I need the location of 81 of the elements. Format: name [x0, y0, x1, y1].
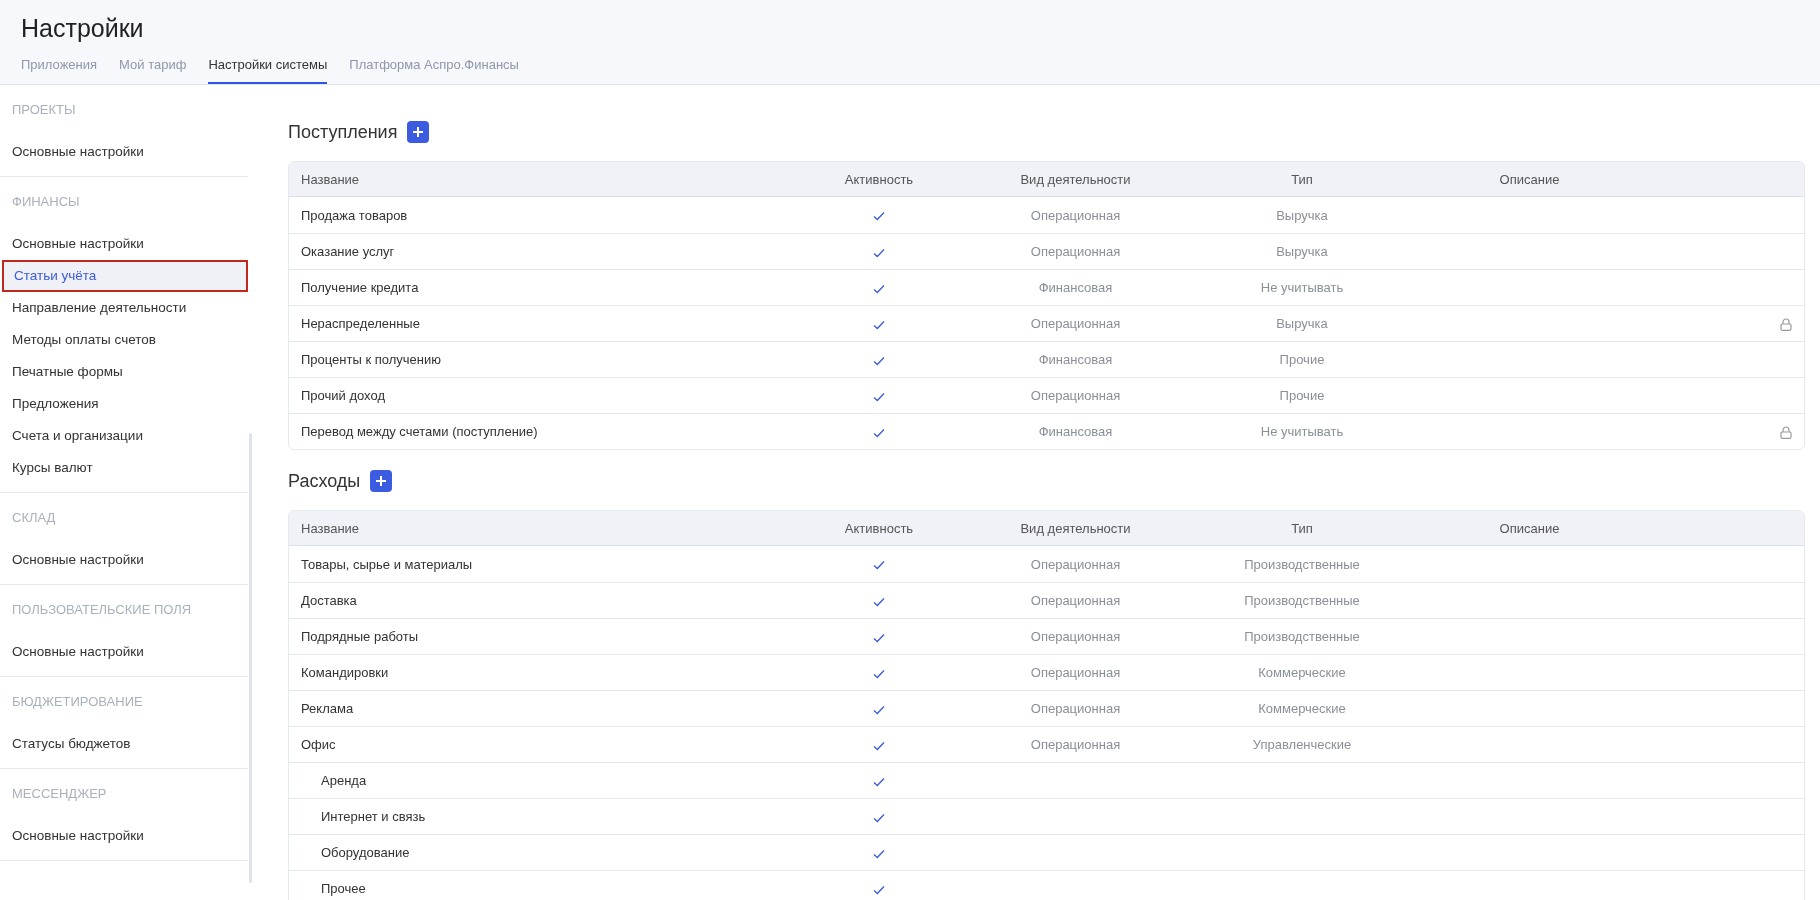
table-cell-text: Подрядные работы	[300, 629, 420, 644]
table-cell-text: Доставка	[300, 593, 358, 608]
table-cell: Финансовая	[1038, 280, 1113, 295]
table-cell: Выручка	[1276, 207, 1328, 223]
table-cell-text: Продажа товаров	[300, 207, 409, 223]
table-cell: Операционная	[1030, 737, 1121, 752]
sidebar-item[interactable]: Статьи учёта	[2, 260, 248, 292]
table-cell-text: Офис	[300, 737, 337, 752]
table-cell: Операционная	[1030, 593, 1121, 608]
table-cell: Прочие	[1279, 388, 1325, 403]
plus-icon	[412, 126, 425, 138]
page-title: Настройки	[21, 13, 145, 44]
table-cell: Операционная	[1030, 629, 1121, 644]
column-header: Тип	[1290, 520, 1314, 536]
table-cell: Производственные	[1244, 629, 1360, 644]
section-heading: БЮДЖЕТИРОВАНИЕ	[11, 693, 144, 711]
table-cell: Выручка	[1276, 316, 1328, 331]
table-cell: Прочие	[1279, 352, 1325, 367]
column-header: Описание	[1498, 171, 1561, 187]
section-title: Расходы	[288, 470, 361, 492]
sidebar-item[interactable]: Печатные формы	[0, 356, 248, 388]
section-heading: ПРОЕКТЫ	[11, 101, 77, 119]
table-cell: Операционная	[1030, 388, 1121, 403]
table-cell-text: Получение кредита	[300, 280, 420, 295]
sidebar-item[interactable]: Основные настройки	[0, 636, 248, 668]
table-cell: Операционная	[1030, 665, 1121, 680]
add-button[interactable]	[407, 121, 430, 143]
column-header: Активность	[843, 171, 915, 187]
table-cell: Управленческие	[1252, 737, 1352, 752]
table-cell: Не учитывать	[1260, 280, 1344, 295]
column-header: Вид деятельности	[1019, 171, 1132, 187]
table-cell-text: Командировки	[300, 665, 390, 680]
table-cell-text: Аренда	[320, 773, 368, 788]
section-heading: СКЛАД	[11, 509, 57, 527]
column-header: Название	[300, 171, 361, 187]
table-cell-text: Проценты к получению	[300, 352, 442, 367]
section-title: Поступления	[288, 121, 398, 143]
sidebar-item[interactable]: Направление деятельности	[0, 292, 248, 324]
table-cell: Выручка	[1276, 244, 1328, 259]
table-cell: Финансовая	[1038, 352, 1113, 367]
table-cell-text: Реклама	[300, 701, 355, 716]
table-cell: Производственные	[1244, 593, 1360, 608]
column-header: Вид деятельности	[1019, 520, 1132, 536]
table-cell-text: Товары, сырье и материалы	[300, 556, 474, 572]
section-heading: МЕССЕНДЖЕР	[11, 785, 108, 803]
table-cell: Коммерческие	[1258, 665, 1346, 680]
plus-icon	[375, 475, 388, 487]
section-heading: ПОЛЬЗОВАТЕЛЬСКИЕ ПОЛЯ	[11, 601, 193, 619]
sidebar-item[interactable]: Курсы валют	[0, 452, 248, 484]
scrollbar-thumb[interactable]	[249, 433, 252, 883]
table-cell: Операционная	[1030, 556, 1121, 572]
column-header: Активность	[843, 520, 915, 536]
sidebar-item[interactable]: Счета и организации	[0, 420, 248, 452]
sidebar-item[interactable]: Основные настройки	[0, 820, 248, 852]
table-cell-text: Оборудование	[320, 845, 411, 860]
sidebar-item[interactable]: Методы оплаты счетов	[0, 324, 248, 356]
table-cell: Операционная	[1030, 701, 1121, 716]
tab[interactable]: Настройки системы	[208, 57, 328, 84]
column-header: Тип	[1290, 171, 1314, 187]
add-button[interactable]	[370, 470, 393, 492]
table-cell-text: Прочий доход	[300, 388, 386, 403]
table-cell-text: Нераспределенные	[300, 316, 421, 331]
sidebar-item[interactable]: Основные настройки	[0, 544, 248, 576]
table-cell: Не учитывать	[1260, 424, 1344, 439]
table-cell-text: Перевод между счетами (поступление)	[300, 424, 539, 439]
sidebar-item[interactable]: Предложения	[0, 388, 248, 420]
table-cell-text: Оказание услуг	[300, 244, 396, 259]
sidebar-item[interactable]: Статусы бюджетов	[0, 728, 248, 760]
table-cell: Финансовая	[1038, 424, 1113, 439]
table-cell: Операционная	[1030, 244, 1121, 259]
table-cell: Операционная	[1030, 316, 1121, 331]
table-cell: Коммерческие	[1258, 701, 1346, 716]
table-cell-text: Прочее	[320, 881, 367, 896]
column-header: Описание	[1498, 520, 1561, 536]
table-cell-text: Интернет и связь	[320, 809, 427, 824]
column-header: Название	[300, 520, 361, 536]
section-heading: ФИНАНСЫ	[11, 193, 81, 211]
sidebar-item[interactable]: Основные настройки	[0, 228, 248, 260]
table-cell: Операционная	[1030, 207, 1121, 223]
table-cell: Производственные	[1244, 556, 1360, 572]
sidebar-item[interactable]: Основные настройки	[0, 136, 248, 168]
